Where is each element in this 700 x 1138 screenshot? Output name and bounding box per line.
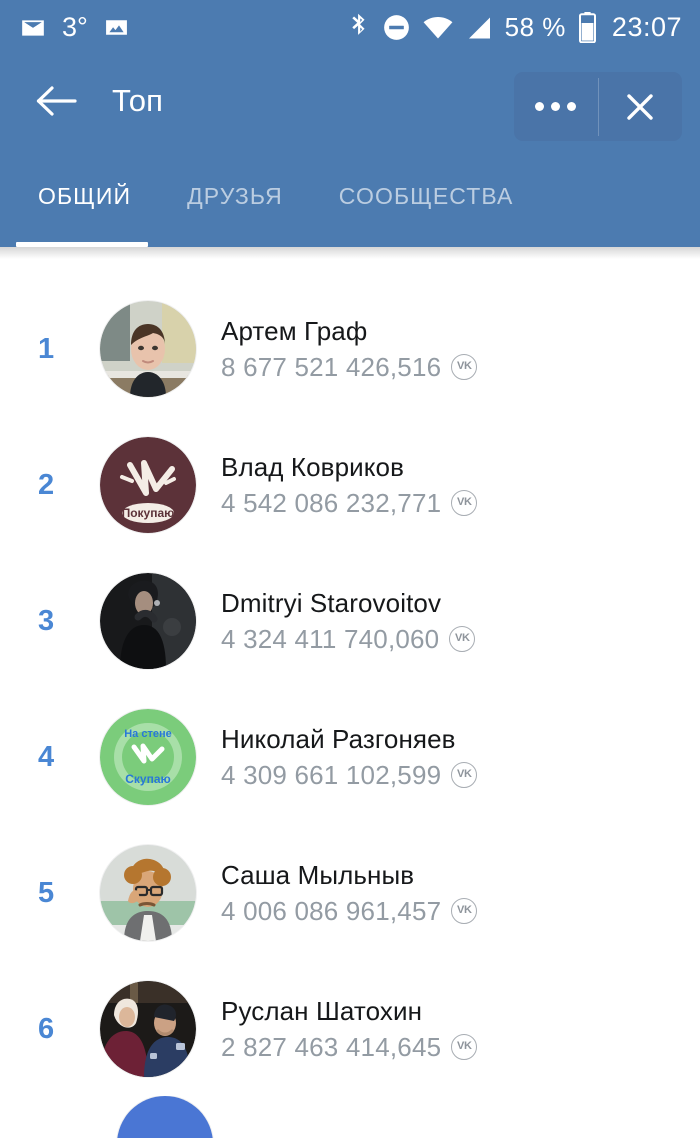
toolbar-action-pill — [514, 72, 682, 141]
row-text: Саша Мыльныв 4 006 086 961,457 VK — [221, 859, 478, 928]
avatar[interactable]: На стене Скупаю — [100, 709, 196, 805]
vk-badge-label: VK — [455, 632, 470, 645]
envelope-icon — [20, 15, 46, 41]
table-row[interactable]: 1 Артем Граф 8 677 521 426,516 VK — [0, 281, 700, 417]
rank-number: 3 — [38, 604, 55, 637]
user-score: 4 324 411 740,060 — [221, 623, 440, 654]
vk-badge-label: VK — [456, 1040, 472, 1053]
rank-number: 1 — [38, 332, 55, 365]
overflow-menu-button[interactable] — [514, 72, 598, 141]
svg-text:Скупаю: Скупаю — [125, 772, 171, 786]
svg-text:Покупаю: Покупаю — [122, 506, 175, 520]
image-icon — [104, 15, 129, 40]
vk-badge-icon: VK — [451, 1033, 478, 1060]
vk-badge-icon: VK — [451, 353, 478, 380]
score-line: 4 309 661 102,599 VK — [221, 759, 478, 792]
svg-text:На стене: На стене — [124, 728, 172, 740]
rank-number: 5 — [38, 876, 55, 909]
rank-number: 4 — [38, 740, 55, 773]
avatar[interactable] — [100, 845, 196, 941]
table-row[interactable]: 6 Руслан Шатохин 2 827 463 414,645 VK — [0, 961, 700, 1097]
vk-badge-icon: VK — [451, 489, 478, 516]
table-row[interactable]: 5 Саша Мыльныв 4 006 086 961,457 VK — [0, 825, 700, 961]
rank-number: 2 — [38, 468, 55, 501]
active-tab-indicator — [16, 242, 148, 247]
row-text: Артем Граф 8 677 521 426,516 VK — [221, 315, 478, 384]
avatar[interactable]: Покупаю — [100, 437, 196, 533]
vk-badge-icon: VK — [449, 625, 476, 652]
avatar[interactable] — [100, 573, 196, 669]
score-line: 2 827 463 414,645 VK — [221, 1031, 478, 1064]
user-score: 4 542 086 232,771 — [221, 487, 442, 518]
avatar[interactable] — [100, 981, 196, 1077]
user-score: 4 006 086 961,457 — [221, 895, 442, 926]
vk-badge-label: VK — [456, 360, 472, 373]
tab-druzya[interactable]: ДРУЗЬЯ — [187, 183, 283, 212]
battery-icon — [578, 12, 596, 43]
score-line: 8 677 521 426,516 VK — [221, 351, 478, 384]
table-row-partial — [0, 1096, 700, 1138]
table-row[interactable]: 4 На стене Скупаю Николай Разгоняев 4 30… — [0, 689, 700, 825]
leaderboard-list: 1 Артем Граф 8 677 521 426,516 VK 2 Поку… — [0, 259, 700, 1097]
user-name: Саша Мыльныв — [221, 860, 415, 890]
vk-badge-icon: VK — [451, 761, 478, 788]
arrow-left-icon — [34, 84, 78, 118]
cellular-signal-icon — [466, 16, 492, 40]
vk-badge-icon: VK — [451, 897, 478, 924]
status-bar-left: 3° — [20, 14, 129, 41]
user-score: 8 677 521 426,516 — [221, 351, 442, 382]
close-button[interactable] — [599, 72, 683, 141]
user-name: Влад Ковриков — [221, 452, 405, 482]
app-screen: 3° 58 % 23:07 Топ ОБЩИЙ ДРУЗЬЯ СООБЩЕСТВ… — [0, 0, 700, 1138]
score-line: 4 324 411 740,060 VK — [221, 623, 476, 656]
page-title: Топ — [112, 83, 164, 118]
score-line: 4 006 086 961,457 VK — [221, 895, 478, 928]
score-line: 4 542 086 232,771 VK — [221, 487, 478, 520]
tab-soobshchestva[interactable]: СООБЩЕСТВА — [339, 183, 514, 212]
user-score: 4 309 661 102,599 — [221, 759, 442, 790]
close-icon — [623, 90, 657, 124]
tab-obshchiy[interactable]: ОБЩИЙ — [38, 183, 131, 212]
more-horizontal-icon — [535, 102, 577, 111]
bluetooth-icon — [348, 13, 370, 43]
status-bar: 3° 58 % 23:07 — [0, 0, 700, 55]
temperature-label: 3° — [62, 12, 88, 42]
clock-label: 23:07 — [611, 12, 682, 42]
row-text: Влад Ковриков 4 542 086 232,771 VK — [221, 451, 478, 520]
avatar[interactable] — [117, 1096, 213, 1138]
header-shadow — [0, 247, 700, 259]
table-row[interactable]: 2 Покупаю Влад Ковриков 4 542 086 232,77… — [0, 417, 700, 553]
row-text: Dmitryi Starovoitov 4 324 411 740,060 VK — [221, 587, 476, 656]
do-not-disturb-icon — [383, 14, 410, 41]
rank-number: 6 — [38, 1012, 55, 1045]
toolbar: Топ — [0, 55, 700, 147]
wifi-icon — [423, 16, 453, 40]
user-name: Артем Граф — [221, 316, 368, 346]
user-name: Николай Разгоняев — [221, 724, 456, 754]
tab-bar: ОБЩИЙ ДРУЗЬЯ СООБЩЕСТВА — [0, 147, 700, 247]
vk-badge-label: VK — [456, 904, 472, 917]
battery-percent-label: 58 % — [504, 12, 566, 42]
avatar[interactable] — [100, 301, 196, 397]
vk-badge-label: VK — [456, 496, 472, 509]
row-text: Николай Разгоняев 4 309 661 102,599 VK — [221, 723, 478, 792]
user-name: Руслан Шатохин — [221, 996, 423, 1026]
back-button[interactable] — [28, 73, 84, 129]
table-row[interactable]: 3 Dmitryi Starovoitov 4 324 411 740,060 … — [0, 553, 700, 689]
user-score: 2 827 463 414,645 — [221, 1031, 442, 1062]
row-text: Руслан Шатохин 2 827 463 414,645 VK — [221, 995, 478, 1064]
user-name: Dmitryi Starovoitov — [221, 588, 442, 618]
vk-badge-label: VK — [456, 768, 472, 781]
status-bar-right: 58 % 23:07 — [348, 12, 682, 43]
